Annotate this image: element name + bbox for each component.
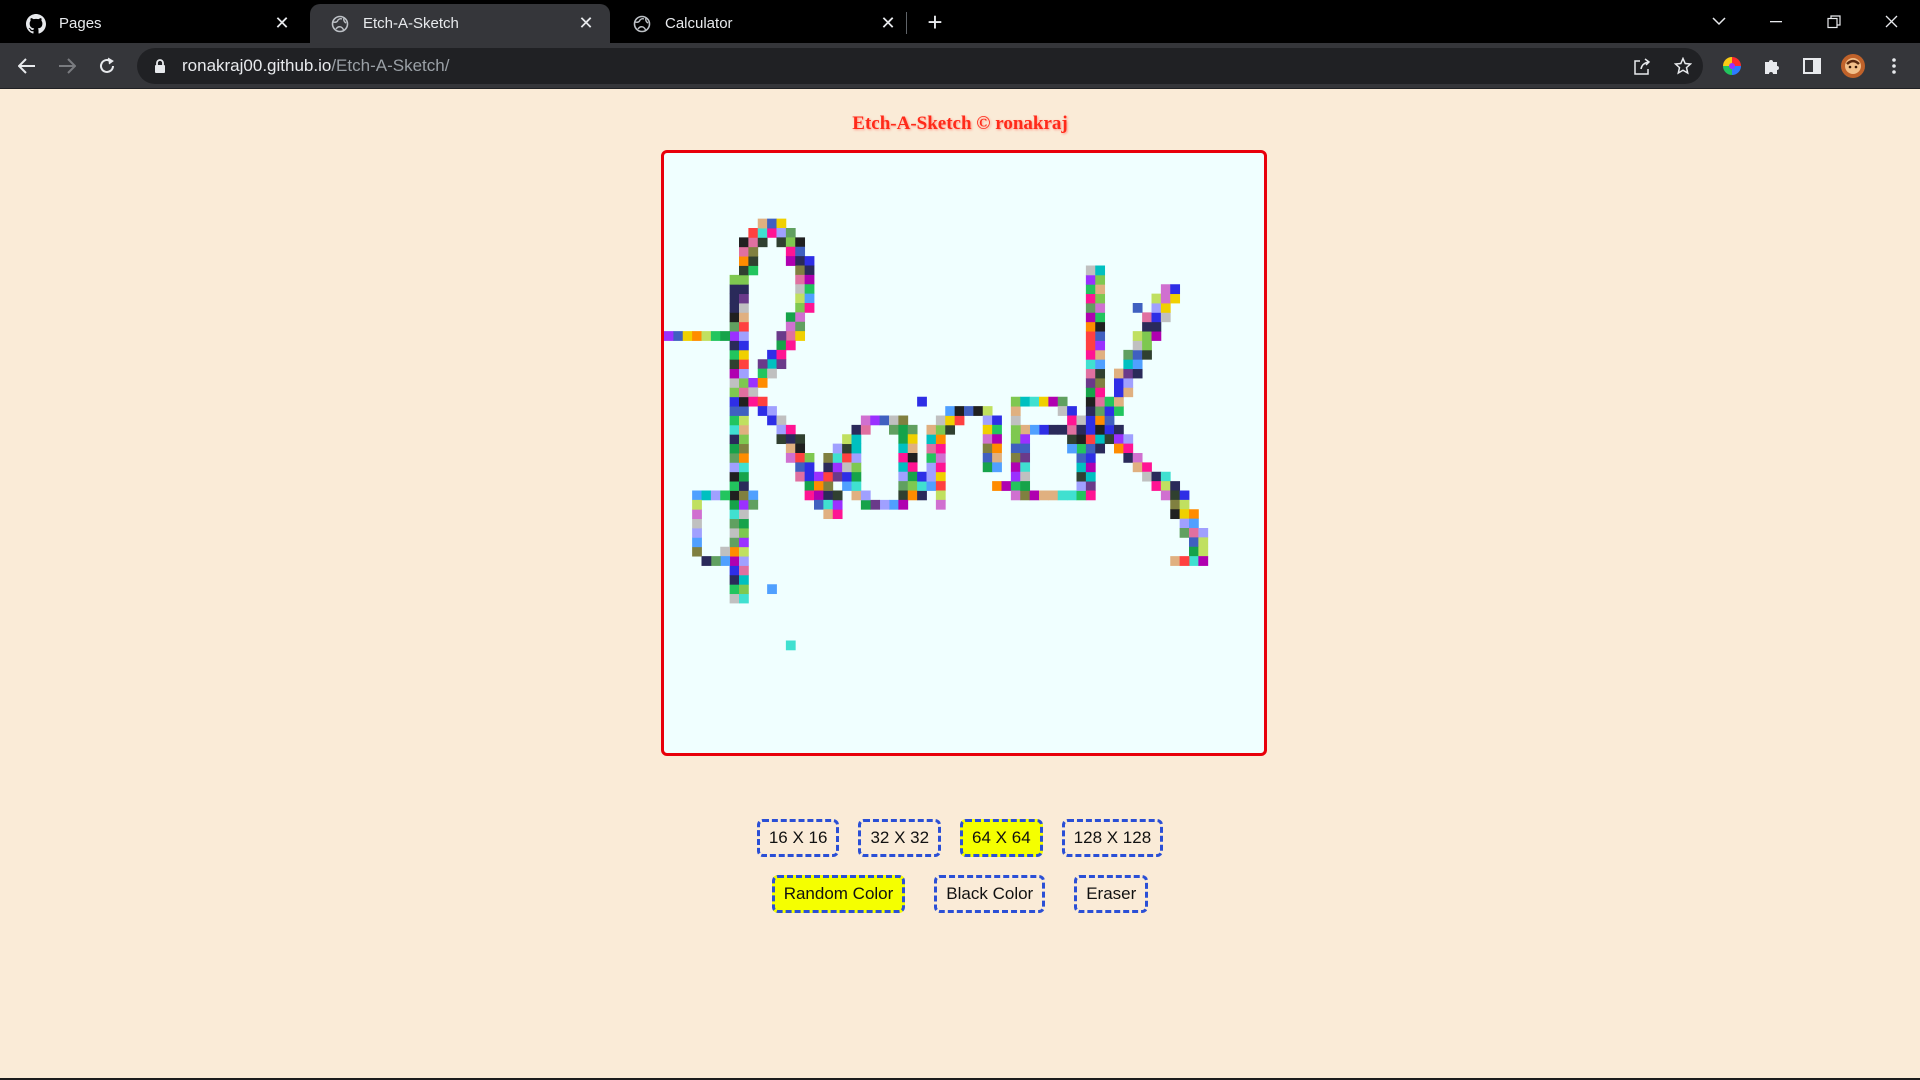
grid-size-button-row: 16 X 16 32 X 32 64 X 64 128 X 128: [0, 819, 1920, 857]
tab-separator: [906, 12, 907, 34]
close-icon[interactable]: ✕: [576, 13, 596, 34]
kebab-menu-icon[interactable]: [1880, 52, 1908, 80]
tab-pages[interactable]: Pages ✕: [6, 4, 306, 43]
tab-search-chevron-icon[interactable]: [1690, 0, 1748, 43]
browser-toolbar: ronakraj00.github.io/Etch-A-Sketch/: [0, 43, 1920, 89]
address-bar[interactable]: ronakraj00.github.io/Etch-A-Sketch/: [137, 48, 1703, 84]
new-tab-button[interactable]: +: [921, 7, 949, 37]
eraser-button[interactable]: Eraser: [1074, 875, 1149, 913]
page-title: Etch-A-Sketch © ronakraj: [852, 113, 1068, 134]
page-content: Etch-A-Sketch © ronakraj 16 X 16 32 X 32…: [0, 89, 1920, 1080]
grid-64-button[interactable]: 64 X 64: [960, 819, 1043, 857]
close-icon[interactable]: ✕: [272, 13, 292, 34]
restore-icon[interactable]: [1805, 0, 1863, 43]
minimize-icon[interactable]: [1747, 0, 1805, 43]
url-path: /Etch-A-Sketch/: [331, 56, 450, 75]
color-picker-extension-icon[interactable]: [1718, 52, 1746, 80]
random-color-button[interactable]: Random Color: [771, 875, 906, 913]
sketch-board[interactable]: [661, 150, 1267, 756]
tab-etch-a-sketch[interactable]: Etch-A-Sketch ✕: [310, 4, 610, 43]
grid-32-button[interactable]: 32 X 32: [858, 819, 942, 857]
url-host: ronakraj00.github.io: [182, 56, 332, 75]
tab-calculator[interactable]: Calculator ✕: [612, 4, 912, 43]
sketch-grid[interactable]: [664, 153, 1264, 753]
github-icon: [25, 13, 47, 35]
profile-avatar[interactable]: [1839, 52, 1867, 80]
globe-icon: [329, 13, 351, 35]
tab-title: Pages: [59, 15, 102, 32]
mode-button-row: Random Color Black Color Eraser: [0, 875, 1920, 913]
black-color-button[interactable]: Black Color: [934, 875, 1046, 913]
back-arrow-icon[interactable]: [11, 50, 43, 82]
forward-arrow-icon[interactable]: [51, 50, 83, 82]
grid-16-button[interactable]: 16 X 16: [756, 819, 840, 857]
globe-icon: [631, 13, 653, 35]
tab-title: Etch-A-Sketch: [363, 15, 459, 32]
side-panel-icon[interactable]: [1798, 52, 1826, 80]
reload-icon[interactable]: [91, 50, 123, 82]
extensions-puzzle-icon[interactable]: [1758, 52, 1786, 80]
share-icon[interactable]: [1628, 52, 1656, 80]
lock-icon[interactable]: [152, 58, 168, 74]
tab-title: Calculator: [665, 15, 733, 32]
browser-tab-bar: Pages ✕ Etch-A-Sketch ✕ Calculator ✕ +: [0, 0, 1920, 43]
close-window-icon[interactable]: [1862, 0, 1920, 43]
close-icon[interactable]: ✕: [878, 13, 898, 34]
grid-128-button[interactable]: 128 X 128: [1061, 819, 1164, 857]
bookmark-star-icon[interactable]: [1669, 52, 1697, 80]
